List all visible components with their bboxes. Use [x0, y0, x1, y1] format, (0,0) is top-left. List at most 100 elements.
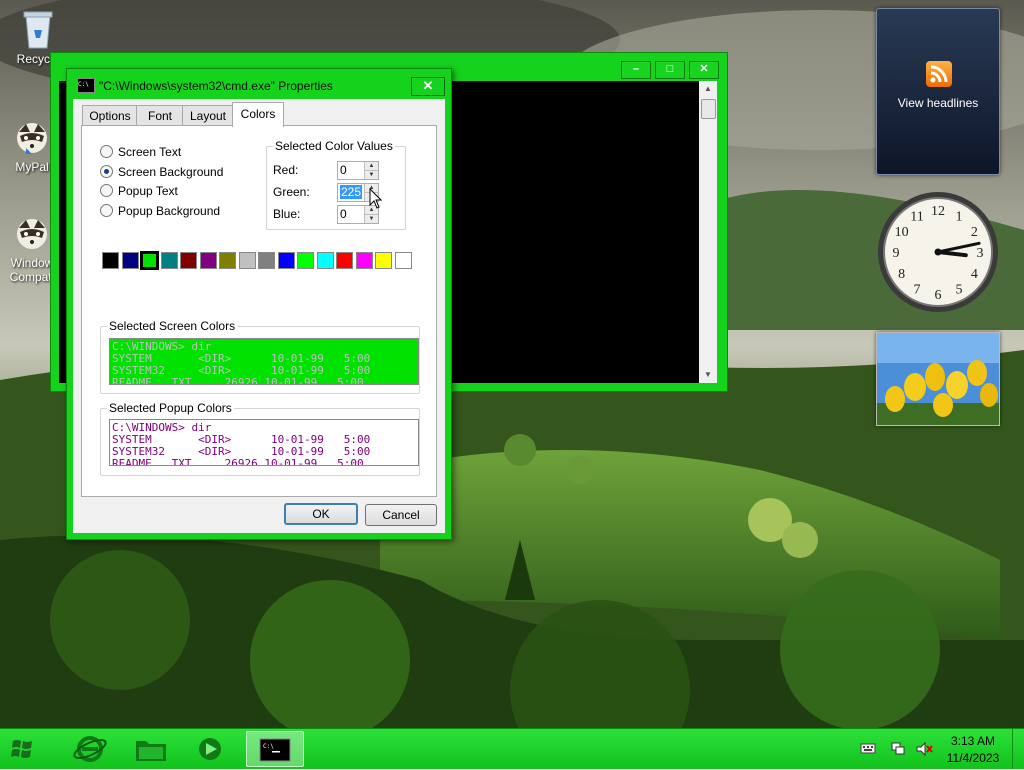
taskbar-cmd[interactable]: C:\: [246, 731, 304, 767]
radio-screen-background[interactable]: Screen Background: [100, 164, 223, 180]
spin-up-icon[interactable]: ▲: [364, 162, 378, 170]
color-swatch[interactable]: [375, 252, 392, 269]
show-desktop-button[interactable]: [1012, 729, 1024, 769]
popup-preview-text: C:\WINDOWS> dir SYSTEM <DIR> 10-01-99 5:…: [112, 421, 371, 466]
tulips-photo: [877, 333, 999, 425]
color-swatch[interactable]: [394, 252, 412, 269]
blue-label: Blue:: [273, 207, 301, 221]
properties-dialog[interactable]: C:\ "C:\Windows\system32\cmd.exe" Proper…: [66, 68, 452, 540]
tab-layout[interactable]: Layout: [182, 105, 234, 126]
color-swatch[interactable]: [316, 252, 334, 269]
radio-label: Popup Text: [118, 184, 178, 198]
feed-headlines-gadget[interactable]: View headlines: [876, 8, 1000, 175]
color-swatch[interactable]: [238, 252, 256, 269]
group-label: Selected Screen Colors: [107, 319, 238, 333]
spin-down-icon[interactable]: ▼: [364, 170, 378, 179]
raccoon-icon: [17, 219, 47, 249]
red-spinner[interactable]: 0 ▲ ▼: [337, 161, 379, 180]
maximize-button[interactable]: □: [655, 61, 685, 79]
radio-screen-text[interactable]: Screen Text: [100, 144, 181, 160]
clock-number: 10: [895, 225, 909, 240]
scroll-up-icon[interactable]: ▲: [699, 81, 717, 97]
clock-number: 5: [956, 282, 963, 297]
blue-value[interactable]: 0: [340, 207, 347, 221]
radio-button[interactable]: [100, 204, 113, 217]
maximize-icon: □: [666, 63, 674, 75]
close-button[interactable]: ✕: [689, 61, 719, 79]
color-swatch[interactable]: [199, 252, 217, 269]
clock-time[interactable]: 3:13 AM: [938, 734, 1008, 748]
color-swatch[interactable]: [277, 252, 295, 269]
color-swatch[interactable]: [258, 252, 275, 269]
radio-label: Popup Background: [118, 204, 221, 218]
colors-tab-panel: Screen Text Screen Background Popup Text…: [81, 125, 437, 497]
media-player-icon: [199, 738, 221, 760]
taskbar: C:\ 3:13 AM 11/4/2023: [0, 728, 1024, 769]
radio-button[interactable]: [100, 145, 113, 158]
dialog-titlebar[interactable]: C:\ "C:\Windows\system32\cmd.exe" Proper…: [67, 69, 451, 99]
dialog-client: Options Font Layout Colors Screen Text S…: [73, 99, 445, 533]
radio-popup-text[interactable]: Popup Text: [100, 183, 178, 199]
clock-gadget: 12 12 3 45678 9 1011: [878, 192, 998, 312]
view-headlines-link[interactable]: View headlines: [877, 96, 999, 110]
windows-logo-icon: [11, 740, 32, 758]
green-value[interactable]: 225: [340, 185, 363, 199]
taskbar-media-player[interactable]: [184, 731, 240, 767]
cmd-icon: C:\: [77, 78, 95, 93]
radio-button[interactable]: [100, 184, 113, 197]
svg-text:C:\: C:\: [263, 743, 274, 750]
color-swatch[interactable]: [160, 252, 178, 269]
color-swatch[interactable]: [355, 252, 373, 269]
taskbar-internet-explorer[interactable]: [64, 731, 120, 767]
clock-number: 6: [935, 288, 942, 303]
group-label: Selected Popup Colors: [107, 401, 234, 415]
clock-number: 9: [893, 246, 900, 261]
selected-color-values-group: Selected Color Values Red: 0 ▲ ▼ Green: …: [266, 139, 406, 230]
tab-font[interactable]: Font: [136, 105, 184, 126]
internet-explorer-icon: [73, 736, 107, 762]
color-swatch[interactable]: [297, 252, 314, 269]
slideshow-gadget[interactable]: [876, 332, 1000, 426]
radio-popup-background[interactable]: Popup Background: [100, 203, 220, 219]
clock-number: 1: [956, 210, 963, 225]
popup-colors-group: Selected Popup Colors C:\WINDOWS> dir SY…: [100, 401, 420, 476]
tab-colors[interactable]: Colors: [232, 102, 284, 127]
popup-colors-preview: C:\WINDOWS> dir SYSTEM <DIR> 10-01-99 5:…: [109, 419, 419, 466]
color-swatch[interactable]: [180, 252, 197, 269]
tab-options[interactable]: Options: [82, 105, 138, 126]
red-value[interactable]: 0: [340, 163, 347, 177]
minimize-button[interactable]: –: [621, 61, 651, 79]
radio-button[interactable]: [100, 165, 113, 178]
vertical-scrollbar[interactable]: ▲ ▼: [699, 81, 717, 383]
start-button[interactable]: [4, 731, 44, 767]
color-swatch[interactable]: [102, 252, 119, 269]
color-swatch[interactable]: [219, 252, 236, 269]
network-icon[interactable]: [890, 741, 906, 757]
red-label: Red:: [273, 163, 299, 177]
folder-icon: [136, 741, 166, 761]
ok-button[interactable]: OK: [284, 503, 358, 525]
scroll-thumb[interactable]: [701, 99, 716, 119]
color-swatch[interactable]: [121, 252, 139, 269]
green-label: Green:: [273, 185, 310, 199]
clock-date[interactable]: 11/4/2023: [938, 751, 1008, 765]
color-swatch[interactable]: [140, 251, 159, 270]
close-icon: ✕: [422, 78, 434, 93]
volume-muted-icon[interactable]: [915, 741, 933, 757]
spin-down-icon[interactable]: ▼: [364, 214, 378, 223]
color-swatch[interactable]: [336, 252, 353, 269]
clock-number: 7: [914, 282, 921, 297]
radio-label: Screen Background: [118, 165, 224, 179]
clock-number: 12: [931, 204, 945, 219]
cancel-button[interactable]: Cancel: [365, 504, 437, 526]
mouse-cursor-icon: [369, 188, 383, 209]
clock-number: 2: [971, 225, 978, 240]
clock-number: 8: [898, 267, 905, 282]
dialog-close-button[interactable]: ✕: [411, 77, 445, 96]
raccoon-icon: [17, 123, 47, 154]
taskbar-file-explorer[interactable]: [124, 731, 180, 767]
keyboard-icon[interactable]: [860, 741, 876, 755]
scroll-down-icon[interactable]: ▼: [699, 367, 717, 383]
dialog-title: "C:\Windows\system32\cmd.exe" Properties: [99, 79, 333, 93]
clock-number: 11: [910, 210, 923, 225]
